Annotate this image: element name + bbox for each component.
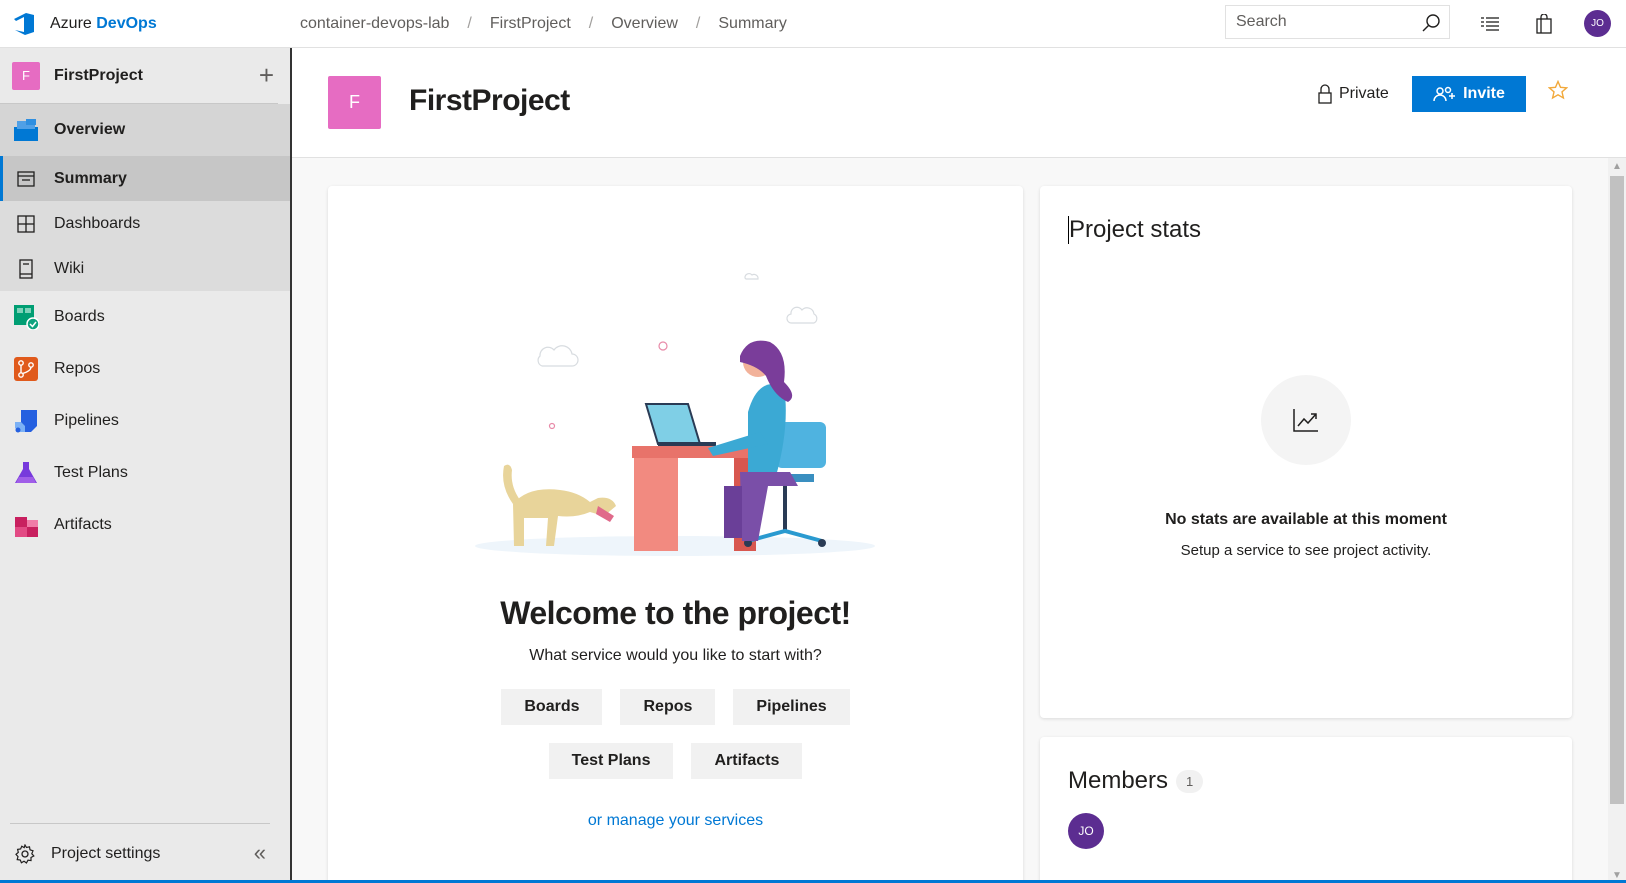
sidebar-item-repos[interactable]: Repos (0, 343, 290, 395)
setup-service-hint: Setup a service to see project activity. (1180, 542, 1432, 559)
breadcrumb-separator: / (695, 14, 701, 32)
invite-label: Invite (1463, 85, 1505, 102)
sidebar-item-test-plans[interactable]: Test Plans (0, 447, 290, 499)
sidebar-item-artifacts[interactable]: Artifacts (0, 499, 290, 551)
trend-chart-icon (1293, 409, 1318, 432)
pipelines-icon (12, 407, 40, 435)
project-badge: F (12, 61, 40, 90)
sidebar-item-wiki[interactable]: Wiki (0, 246, 290, 291)
wiki-icon (12, 255, 40, 283)
breadcrumb: container-devops-lab / FirstProject / Ov… (300, 0, 787, 48)
members-card: Members 1 JO (1040, 737, 1572, 883)
members-heading: Members 1 (1068, 767, 1204, 795)
repos-icon (12, 355, 40, 383)
favorite-star-icon[interactable] (1548, 80, 1568, 100)
invite-button[interactable]: Invite (1412, 76, 1526, 112)
test-plans-icon (12, 459, 40, 487)
task-list-icon[interactable] (1478, 12, 1502, 36)
visibility-label: Private (1339, 85, 1389, 102)
no-stats-message: No stats are available at this moment (1165, 511, 1447, 528)
manage-services-link[interactable]: or manage your services (328, 812, 1023, 830)
sidebar-item-pipelines[interactable]: Pipelines (0, 395, 290, 447)
add-icon[interactable]: + (259, 62, 274, 88)
main-scrollbar[interactable]: ▲ ▼ (1608, 158, 1626, 883)
sidebar-item-label: Pipelines (54, 412, 119, 429)
brand-azure: Azure (50, 14, 92, 32)
gear-icon (15, 843, 35, 864)
stats-placeholder (1261, 375, 1351, 465)
breadcrumb-separator: / (588, 14, 594, 32)
members-title: Members (1068, 767, 1169, 794)
scroll-up-icon[interactable]: ▲ (1608, 158, 1626, 174)
project-settings-label: Project settings (51, 844, 161, 862)
service-buttons-row-1: Boards Repos Pipelines (328, 689, 1023, 725)
project-header[interactable]: F FirstProject + (0, 48, 278, 104)
member-avatar[interactable]: JO (1068, 813, 1104, 849)
overview-group: Overview Summary Dashboards Wiki (0, 104, 290, 291)
stats-title: Project stats (1068, 216, 1202, 244)
artifacts-service-button[interactable]: Artifacts (691, 743, 803, 779)
scroll-thumb[interactable] (1610, 176, 1624, 804)
dashboards-icon (12, 210, 40, 238)
sidebar-item-boards[interactable]: Boards (0, 291, 290, 343)
test-plans-service-button[interactable]: Test Plans (548, 743, 674, 779)
project-settings[interactable]: Project settings « (10, 823, 270, 883)
breadcrumb-separator: / (467, 14, 472, 32)
breadcrumb-organization[interactable]: container-devops-lab (300, 15, 449, 33)
lock-icon (1318, 84, 1332, 104)
brand[interactable]: Azure DevOps (0, 0, 290, 48)
sidebar-item-label: Overview (54, 121, 126, 138)
sidebar-item-label: Summary (54, 169, 127, 187)
boards-icon (12, 303, 40, 331)
project-stats-card: Project stats No stats are available at … (1040, 186, 1572, 718)
artifacts-icon (12, 511, 40, 539)
sidebar-item-label: Artifacts (54, 516, 112, 533)
breadcrumb-overview[interactable]: Overview (611, 15, 678, 33)
sidebar-item-label: Boards (54, 308, 105, 325)
welcome-subtitle: What service would you like to start wit… (529, 647, 822, 664)
search-box[interactable] (1225, 5, 1450, 39)
project-header-bar: F FirstProject Private Invite (292, 48, 1626, 158)
summary-icon (12, 165, 40, 193)
sidebar-item-label: Repos (54, 360, 101, 377)
overview-icon (12, 116, 40, 144)
brand-devops: DevOps (96, 14, 157, 32)
sidebar-item-summary[interactable]: Summary (0, 156, 290, 201)
repos-service-button[interactable]: Repos (620, 689, 716, 725)
invite-people-icon (1433, 86, 1456, 102)
pipelines-service-button[interactable]: Pipelines (733, 689, 850, 725)
sidebar-item-label: Dashboards (54, 214, 141, 232)
boards-service-button[interactable]: Boards (501, 689, 603, 725)
project-name: FirstProject (54, 66, 143, 84)
azure-devops-logo-icon (14, 12, 34, 35)
marketplace-bag-icon[interactable] (1532, 12, 1556, 36)
service-buttons-row-2: Test Plans Artifacts (328, 743, 1023, 779)
sidebar: F FirstProject + Overview Summary Dashbo… (0, 48, 292, 883)
brand-text: Azure DevOps (50, 15, 157, 33)
sidebar-item-label: Wiki (54, 259, 85, 277)
project-avatar: F (328, 76, 381, 129)
sidebar-item-label: Test Plans (54, 464, 128, 481)
breadcrumb-summary[interactable]: Summary (718, 15, 786, 33)
sidebar-item-overview[interactable]: Overview (0, 104, 290, 156)
welcome-title: Welcome to the project! (500, 595, 851, 631)
welcome-illustration (475, 273, 875, 556)
page-title: FirstProject (409, 84, 570, 117)
breadcrumb-project[interactable]: FirstProject (490, 15, 571, 33)
user-avatar[interactable]: JO (1584, 10, 1611, 37)
search-icon[interactable] (1421, 13, 1441, 33)
members-count-badge: 1 (1176, 769, 1204, 793)
search-input[interactable] (1236, 13, 1416, 31)
sidebar-item-dashboards[interactable]: Dashboards (0, 201, 290, 246)
collapse-sidebar-icon[interactable]: « (254, 840, 266, 866)
top-bar: Azure DevOps container-devops-lab / Firs… (0, 0, 1626, 48)
visibility-indicator[interactable]: Private (1317, 84, 1389, 104)
welcome-card: Welcome to the project! What service wou… (328, 186, 1023, 883)
